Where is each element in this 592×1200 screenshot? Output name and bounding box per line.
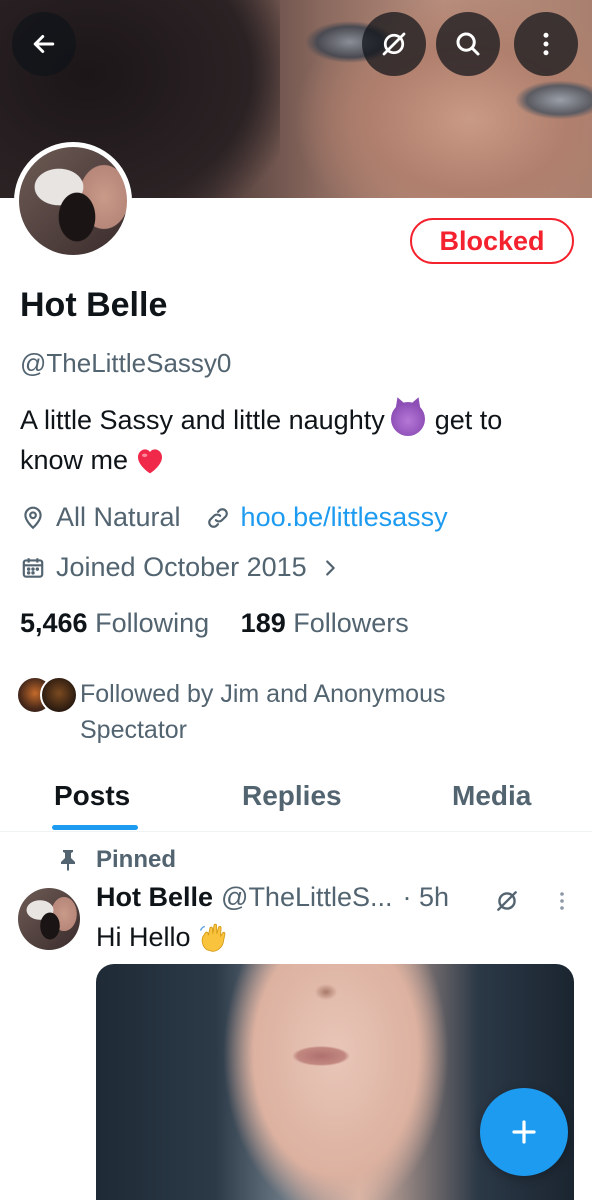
search-icon — [456, 32, 480, 56]
back-button[interactable] — [12, 12, 76, 76]
user-handle: @TheLittleSassy0 — [20, 348, 232, 378]
heart-emoji-icon — [138, 449, 163, 474]
post-author-name[interactable]: Hot Belle — [96, 882, 213, 913]
more-vertical-icon — [543, 32, 549, 56]
post-author-avatar[interactable] — [18, 888, 80, 950]
pinned-label: Pinned — [96, 846, 177, 873]
link-icon — [207, 507, 228, 528]
following-count: 5,466 — [20, 608, 88, 638]
bio-text-1: A little Sassy and little naughty — [20, 405, 385, 435]
waving-hand-emoji-icon — [199, 923, 225, 952]
joined-row[interactable]: Joined October 2015 — [20, 552, 351, 583]
post-author-handle[interactable]: @TheLittleS... — [221, 882, 392, 913]
following-label: Following — [95, 608, 210, 638]
joined-text: Joined October 2015 — [56, 552, 307, 582]
calendar-icon — [22, 557, 44, 578]
compose-button[interactable] — [480, 1088, 568, 1176]
followers-label: Followers — [293, 608, 409, 638]
post-more-icon[interactable] — [550, 888, 574, 914]
post-header: Hot Belle @TheLittleS... · 5h — [96, 882, 449, 913]
profile-avatar[interactable] — [14, 142, 132, 260]
grok-icon[interactable] — [494, 888, 520, 914]
location-text: All Natural — [56, 502, 181, 532]
pinned-indicator: Pinned — [58, 846, 176, 874]
website-link[interactable]: hoo.be/littlesassy — [241, 502, 448, 533]
tab-media[interactable]: Media — [452, 780, 531, 812]
follower-avatar — [40, 676, 78, 714]
arrow-left-icon — [33, 35, 55, 53]
tab-replies[interactable]: Replies — [242, 780, 342, 812]
location-pin-icon — [24, 506, 42, 529]
devil-emoji-icon — [390, 402, 425, 436]
post-text: Hi Hello — [96, 920, 231, 954]
post-body: Hi Hello — [96, 921, 191, 952]
followers-link[interactable]: 189 Followers — [241, 608, 409, 638]
followed-by-text[interactable]: Followed by Jim and Anonymous Spectator — [80, 676, 520, 748]
following-link[interactable]: 5,466 Following — [20, 608, 209, 638]
followed-by-avatars[interactable] — [16, 676, 78, 714]
grok-button[interactable] — [362, 12, 426, 76]
plus-icon — [512, 1120, 536, 1144]
follow-counts: 5,466 Following 189 Followers — [20, 608, 409, 639]
location-row: All Natural hoo.be/littlesassy — [20, 502, 448, 533]
display-name: Hot Belle — [20, 286, 168, 324]
pin-icon — [61, 850, 75, 871]
grok-icon — [382, 32, 406, 56]
search-button[interactable] — [436, 12, 500, 76]
profile-bio: A little Sassy and little naughty get to … — [20, 400, 570, 480]
more-button[interactable] — [514, 12, 578, 76]
profile-tabs: Posts Replies Media — [0, 772, 592, 832]
followers-count: 189 — [240, 608, 286, 638]
chevron-right-icon — [325, 559, 335, 576]
post-timestamp[interactable]: · 5h — [403, 882, 450, 913]
active-tab-indicator — [52, 825, 138, 830]
tab-posts[interactable]: Posts — [54, 780, 130, 812]
blocked-button[interactable]: Blocked — [410, 218, 574, 264]
